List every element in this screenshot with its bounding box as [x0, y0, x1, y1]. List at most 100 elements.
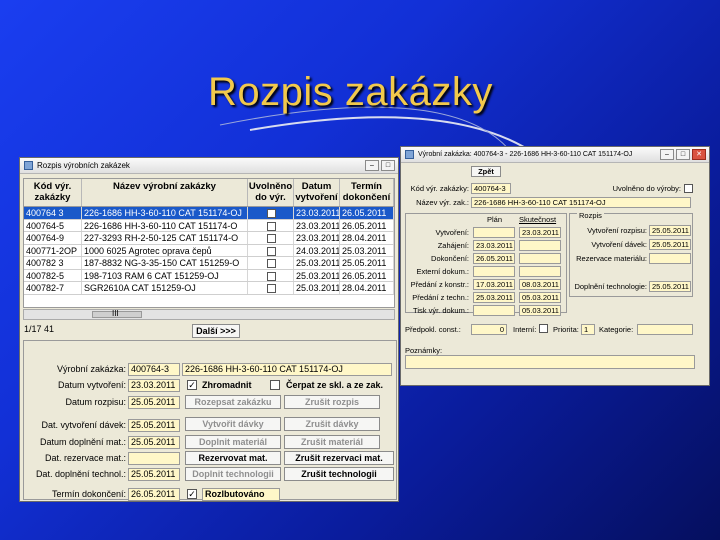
released-checkbox[interactable]: [267, 221, 276, 231]
tisk-field[interactable]: 05.03.2011: [519, 305, 561, 316]
tisk-plan-field[interactable]: [473, 305, 515, 316]
plan-date-field[interactable]: 25.03.2011: [473, 292, 515, 303]
plan-date-field[interactable]: [473, 266, 515, 277]
table-row[interactable]: 400782-5 198-7103 RAM 6 CAT 151259-OJ 25.0…: [24, 269, 394, 282]
rozpis-row-label: Rezervace materiálu:: [576, 254, 647, 263]
table-row[interactable]: 400764-5 226-1686 HH-3-60-110 CAT 151174-…: [24, 219, 394, 232]
record-count: 1/17 41: [24, 324, 55, 334]
close-icon[interactable]: ✕: [692, 149, 706, 160]
released-checkbox[interactable]: [267, 284, 276, 294]
row-created: 25.03.2011: [296, 282, 340, 294]
cerpat-checkbox[interactable]: [270, 380, 280, 390]
table-row[interactable]: 400782 3 187-8832 NG-3-35-150 CAT 151259-…: [24, 257, 394, 270]
rozlbutovano-checkbox[interactable]: ✓: [187, 489, 197, 499]
doplnit-material-button[interactable]: Doplnit materiál: [185, 435, 281, 449]
zhromadnit-checkbox[interactable]: ✓: [187, 380, 197, 390]
dopl-mat-field[interactable]: 25.05.2011: [128, 436, 180, 449]
rezervovat-button[interactable]: Rezervovat mat.: [185, 451, 281, 465]
row-name: 187-8832 NG-3-35-150 CAT 151259-O: [82, 257, 248, 269]
maximize-icon[interactable]: □: [381, 160, 395, 171]
next-button[interactable]: Další >>>: [192, 324, 240, 338]
minimize-icon[interactable]: –: [660, 149, 674, 160]
rozpis-date-field[interactable]: 25.05.2011: [649, 281, 691, 292]
uvolneno-checkbox[interactable]: [684, 184, 693, 193]
zrusit-technologii-button[interactable]: Zrušit technologii: [284, 467, 394, 481]
row-term: 25.03.2011: [340, 244, 394, 256]
app-icon: [24, 161, 33, 170]
rozpis-date-field[interactable]: [649, 253, 691, 264]
list-window-titlebar[interactable]: Rozpis výrobních zakázek – □: [20, 158, 398, 174]
released-checkbox[interactable]: [267, 259, 276, 269]
zhromadnit-label: Zhromadnit: [202, 380, 252, 390]
rozpis-date-field[interactable]: 25.05.2011: [649, 225, 691, 236]
kod-field[interactable]: 400764-3: [471, 183, 511, 194]
released-checkbox[interactable]: [267, 209, 276, 219]
nazev-field[interactable]: 226-1686 HH-3-60-110 CAT 151174-OJ: [471, 197, 691, 208]
horizontal-scrollbar[interactable]: III: [23, 309, 395, 320]
order-code-field[interactable]: 400764-3: [128, 363, 180, 376]
rozpis-header: Rozpis: [577, 211, 604, 220]
rozpis-date-field[interactable]: 25.05.2011: [649, 239, 691, 250]
table-row[interactable]: 400764-9 227-3293 RH-2-50-125 CAT 151174-…: [24, 232, 394, 245]
plan-date-field[interactable]: [473, 227, 515, 238]
rozpis-row-label: Vytvoření dávek:: [591, 240, 647, 249]
created-field[interactable]: 23.03.2011: [128, 379, 180, 392]
actual-date-field[interactable]: [519, 253, 561, 264]
column-header-term[interactable]: Termín dokončení: [340, 179, 394, 206]
released-checkbox[interactable]: [267, 234, 276, 244]
list-window: Rozpis výrobních zakázek – □ Kód výr. za…: [19, 157, 399, 502]
column-header-name[interactable]: Název výrobní zakázky: [82, 179, 248, 206]
released-checkbox[interactable]: [267, 246, 276, 256]
column-header-created[interactable]: Datum vytvoření: [294, 179, 340, 206]
rozepsat-zakazku-button[interactable]: Rozepsat zakázku: [185, 395, 281, 409]
row-code: 400782-5: [24, 269, 82, 281]
row-term: 26.05.2011: [340, 269, 394, 281]
zrusit-rozpis-button[interactable]: Zrušit rozpis: [284, 395, 380, 409]
detail-window-titlebar[interactable]: Výrobní zakázka: 400764-3 - 226-1686 HH-…: [401, 147, 709, 163]
zrusit-rezervaci-button[interactable]: Zrušit rezervaci mat.: [284, 451, 394, 465]
plan-date-field[interactable]: 23.03.2011: [473, 240, 515, 251]
plan-date-field[interactable]: 26.05.2011: [473, 253, 515, 264]
actual-date-field[interactable]: 05.03.2011: [519, 292, 561, 303]
scrollbar-grip: III: [112, 309, 119, 318]
row-created: 25.03.2011: [296, 269, 340, 281]
row-term: 26.05.2011: [340, 219, 394, 231]
term-field[interactable]: 26.05.2011: [128, 488, 180, 501]
actual-date-field[interactable]: 23.03.2011: [519, 227, 561, 238]
row-code: 400782 3: [24, 257, 82, 269]
doplnit-technologii-button[interactable]: Doplnit technologii: [185, 467, 281, 481]
table-row[interactable]: 400782-7 SGR2610A CAT 151259-OJ 25.03.2011…: [24, 282, 394, 295]
rozpis-date-field[interactable]: 25.05.2011: [128, 396, 180, 409]
zrusit-material-button[interactable]: Zrušit materiál: [284, 435, 380, 449]
actual-date-field[interactable]: [519, 240, 561, 251]
order-label: Výrobní zakázka:: [56, 364, 126, 374]
table-row[interactable]: 400771-2OP 1000 6025 Agrotec oprava čepů 2…: [24, 244, 394, 257]
column-header-code[interactable]: Kód výr. zakázky: [24, 179, 82, 206]
column-header-released[interactable]: Uvolněno do výr.: [248, 179, 294, 206]
released-checkbox[interactable]: [267, 271, 276, 281]
back-button[interactable]: Zpět: [471, 166, 501, 177]
plan-date-field[interactable]: 17.03.2011: [473, 279, 515, 290]
actual-date-field[interactable]: [519, 266, 561, 277]
plan-row-label: Zahájení:: [437, 241, 469, 250]
interni-checkbox[interactable]: [539, 324, 548, 333]
minimize-icon[interactable]: –: [365, 160, 379, 171]
davek-date-field[interactable]: 25.05.2011: [128, 419, 180, 432]
vytvorit-davky-button[interactable]: Vytvořit dávky: [185, 417, 281, 431]
grid-body: 400764 3 226-1686 HH-3-60-110 CAT 151174-…: [24, 207, 394, 295]
poznamky-field[interactable]: [405, 355, 695, 369]
orders-grid[interactable]: Kód výr. zakázky Název výrobní zakázky U…: [23, 178, 395, 308]
dopl-tech-field[interactable]: 25.05.2011: [128, 468, 180, 481]
kategorie-field[interactable]: [637, 324, 693, 335]
actual-date-field[interactable]: 08.03.2011: [519, 279, 561, 290]
zrusit-davky-button[interactable]: Zrušit dávky: [284, 417, 380, 431]
rez-mat-field[interactable]: [128, 452, 180, 465]
priorita-field[interactable]: 1: [581, 324, 595, 335]
maximize-icon[interactable]: □: [676, 149, 690, 160]
order-name-field[interactable]: 226-1686 HH-3-60-110 CAT 151174-OJ: [182, 363, 392, 376]
pocet-field[interactable]: 0: [471, 324, 507, 335]
row-released: [248, 244, 294, 256]
plan-row-label: Předání z konstr.:: [410, 280, 469, 289]
app-icon: [405, 150, 414, 159]
table-row[interactable]: 400764 3 226-1686 HH-3-60-110 CAT 151174-…: [24, 207, 394, 220]
